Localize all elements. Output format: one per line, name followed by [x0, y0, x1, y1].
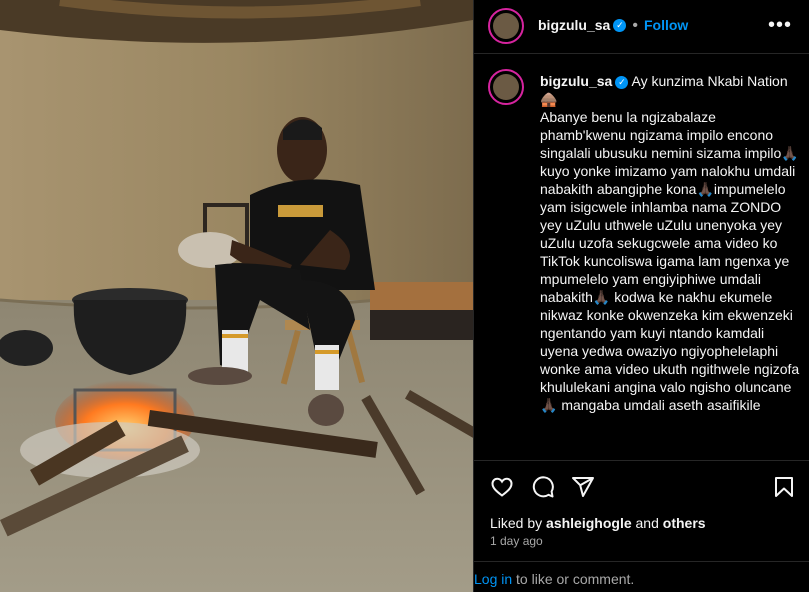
login-prompt-rest: to like or comment.	[512, 571, 635, 587]
author-avatar[interactable]	[488, 8, 524, 44]
caption-area: bigzulu_sa ✓ Ay kunzima Nkabi Nation🛖 Aba…	[474, 55, 809, 460]
likes-middle: and	[635, 515, 659, 531]
caption-verified-badge-icon: ✓	[615, 75, 629, 89]
save-icon[interactable]	[772, 475, 796, 499]
caption-username[interactable]: bigzulu_sa	[540, 73, 612, 89]
post-photo[interactable]	[0, 0, 473, 592]
verified-badge-icon: ✓	[613, 19, 627, 33]
instagram-post-modal: bigzulu_sa ✓ • Follow ••• bigzulu_sa ✓ Ay ku…	[0, 0, 809, 592]
likes-summary: Liked by ashleighogle and others	[490, 515, 706, 531]
likes-user-link[interactable]: ashleighogle	[546, 515, 632, 531]
caption-text-block: bigzulu_sa ✓ Ay kunzima Nkabi Nation🛖 Aba…	[540, 72, 802, 414]
follow-button[interactable]: Follow	[644, 17, 688, 33]
login-link[interactable]: Log in	[474, 571, 512, 587]
like-icon[interactable]	[490, 475, 514, 499]
comment-icon[interactable]	[531, 475, 555, 499]
share-icon[interactable]	[571, 475, 595, 499]
likes-prefix: Liked by	[490, 515, 543, 531]
post-side-panel: bigzulu_sa ✓ • Follow ••• bigzulu_sa ✓ Ay ku…	[473, 0, 809, 592]
post-date[interactable]: 1 day ago	[490, 534, 543, 548]
likes-others-link[interactable]: others	[663, 515, 706, 531]
post-photo-illustration	[0, 0, 473, 592]
author-username[interactable]: bigzulu_sa	[538, 17, 610, 33]
caption-body: Ay kunzima Nkabi Nation🛖 Abanye benu la …	[540, 73, 800, 413]
caption-author-avatar[interactable]	[488, 69, 524, 105]
header-user-row: bigzulu_sa ✓ • Follow	[538, 17, 688, 35]
separator-dot: •	[632, 17, 638, 34]
post-header: bigzulu_sa ✓ • Follow •••	[474, 0, 809, 54]
more-options-icon[interactable]: •••	[768, 14, 792, 37]
login-prompt: Log in to like or comment.	[474, 561, 809, 592]
action-bar	[474, 460, 809, 512]
